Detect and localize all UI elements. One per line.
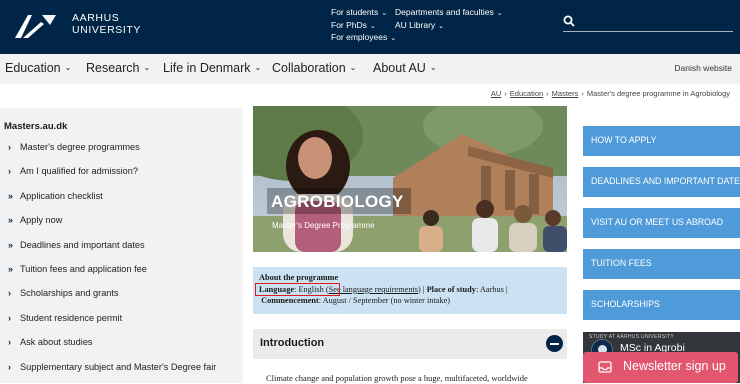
sidebar-item-scholarships[interactable]: › Scholarships and grants	[0, 286, 216, 310]
about-heading: About the programme	[259, 273, 339, 282]
sidebar-item-masters-programmes[interactable]: › Master's degree programmes	[0, 140, 216, 164]
departments-link[interactable]: Departments and faculties ⌄	[395, 6, 503, 19]
for-students-link[interactable]: For students ⌄	[331, 6, 396, 19]
chevron-right-icon: ›	[8, 337, 11, 348]
chevron-down-icon: ⌄	[438, 22, 445, 30]
chevron-down-icon: ⌄	[254, 63, 262, 72]
breadcrumb-separator-icon: ›	[504, 89, 507, 98]
sidebar-item-tuition-fees[interactable]: » Tuition fees and application fee	[0, 262, 216, 286]
breadcrumb-au[interactable]: AU	[491, 89, 501, 98]
breadcrumb-separator-icon: ›	[581, 89, 584, 98]
chevron-down-icon: ⌄	[143, 63, 151, 72]
logo-text-line1: AARHUS	[72, 12, 120, 24]
collapse-icon[interactable]	[546, 335, 563, 352]
nav-life-in-denmark[interactable]: Life in Denmark ⌄	[163, 61, 261, 75]
introduction-accordion[interactable]: Introduction	[253, 329, 567, 359]
sidebar-nav: › Master's degree programmes › Am I qualif…	[0, 140, 216, 384]
introduction-title: Introduction	[260, 337, 325, 349]
breadcrumb-current: Master's degree programme in Agrobiology	[586, 89, 730, 98]
double-chevron-right-icon: »	[8, 190, 14, 201]
visit-au-button[interactable]: VISIT AU OR MEET US ABROAD	[583, 208, 740, 238]
au-logo[interactable]: AARHUS UNIVERSITY	[14, 11, 140, 41]
logo-text-line2: UNIVERSITY	[72, 24, 142, 36]
newsletter-signup-button[interactable]: Newsletter sign up	[583, 352, 738, 383]
chevron-right-icon: ›	[8, 288, 11, 299]
sidebar-item-deadlines[interactable]: » Deadlines and important dates	[0, 238, 216, 262]
hero-photo	[253, 106, 567, 252]
search-icon[interactable]	[563, 15, 575, 27]
highlight-box	[255, 283, 340, 296]
chevron-right-icon: ›	[8, 361, 11, 372]
top-header: AARHUS UNIVERSITY For students ⌄ For PhDs…	[0, 0, 740, 54]
sidebar-item-ask-about-studies[interactable]: › Ask about studies	[0, 335, 216, 359]
chevron-right-icon: ›	[8, 312, 11, 323]
au-library-link[interactable]: AU Library ⌄	[395, 19, 503, 32]
main-nav: Education ⌄ Research ⌄ Life in Denmark ⌄ Co…	[0, 54, 740, 84]
tuition-fees-button[interactable]: TUITION FEES	[583, 249, 740, 279]
breadcrumb-education[interactable]: Education	[510, 89, 543, 98]
inbox-icon	[598, 361, 612, 373]
hero-banner: AGROBIOLOGY Master's Degree Programme	[253, 106, 567, 252]
hero-subtitle: Master's Degree Programme	[272, 221, 375, 230]
how-to-apply-button[interactable]: HOW TO APPLY	[583, 126, 740, 156]
org-links: Departments and faculties ⌄ AU Library ⌄	[395, 6, 503, 31]
chevron-down-icon: ⌄	[64, 63, 72, 72]
sidebar-item-application-checklist[interactable]: » Application checklist	[0, 189, 216, 213]
breadcrumb: AU › Education › Masters › Master's degree pro…	[491, 89, 730, 98]
sidebar-item-am-i-qualified[interactable]: › Am I qualified for admission?	[0, 164, 216, 188]
chevron-right-icon: ›	[8, 166, 11, 177]
for-employees-link[interactable]: For employees ⌄	[331, 31, 396, 44]
about-programme-box: About the programme Language: English (S…	[253, 267, 567, 314]
sidebar-title[interactable]: Masters.au.dk	[4, 121, 67, 132]
sidebar: Masters.au.dk › Master's degree programme…	[0, 108, 243, 383]
deadlines-button[interactable]: DEADLINES AND IMPORTANT DATES	[583, 167, 740, 197]
double-chevron-right-icon: »	[8, 215, 14, 226]
chevron-down-icon: ⌄	[390, 35, 397, 42]
nav-education[interactable]: Education ⌄	[5, 61, 71, 75]
commencement-line: Commencement: August / September (no win…	[261, 296, 451, 305]
scholarships-button[interactable]: SCHOLARSHIPS	[583, 290, 740, 320]
sidebar-item-supplementary-fair[interactable]: › Supplementary subject and Master's Degr…	[0, 360, 216, 384]
chevron-right-icon: ›	[8, 142, 11, 152]
danish-website-link[interactable]: Danish website	[674, 63, 732, 73]
breadcrumb-masters[interactable]: Masters	[552, 89, 579, 98]
sidebar-item-residence-permit[interactable]: › Student residence permit	[0, 311, 216, 335]
nav-about-au[interactable]: About AU ⌄	[373, 61, 437, 75]
audience-links: For students ⌄ For PhDs ⌄ For employees ⌄	[331, 6, 396, 44]
double-chevron-right-icon: »	[8, 239, 14, 250]
double-chevron-right-icon: »	[8, 263, 14, 274]
chevron-down-icon: ⌄	[381, 10, 388, 17]
au-seal-icon	[15, 15, 56, 38]
breadcrumb-separator-icon: ›	[546, 89, 549, 98]
chevron-down-icon: ⌄	[496, 10, 503, 17]
hero-title: AGROBIOLOGY	[271, 192, 404, 211]
newsletter-label: Newsletter sign up	[623, 359, 726, 373]
nav-research[interactable]: Research ⌄	[86, 61, 150, 75]
introduction-text: Climate change and population growth pos…	[266, 373, 528, 383]
sidebar-item-apply-now[interactable]: » Apply now	[0, 213, 216, 237]
chevron-down-icon: ⌄	[349, 63, 357, 72]
chevron-down-icon: ⌄	[429, 63, 437, 72]
language-requirements-link[interactable]: See language requirements	[329, 285, 418, 294]
nav-collaboration[interactable]: Collaboration ⌄	[272, 61, 356, 75]
search-field[interactable]	[563, 15, 733, 32]
